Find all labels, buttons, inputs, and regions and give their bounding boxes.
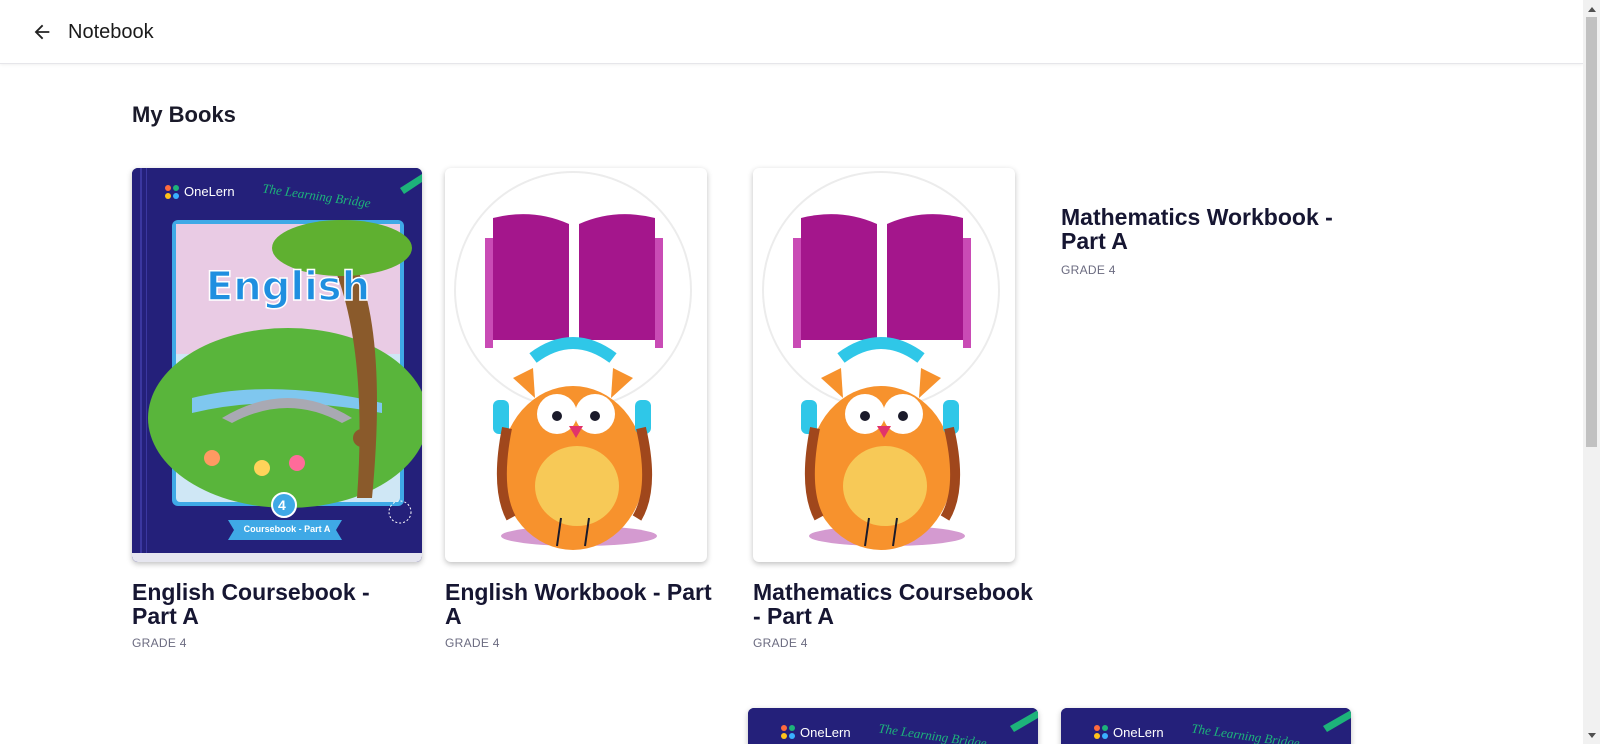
section-heading: My Books — [132, 102, 236, 127]
book-grade: GRADE 4 — [132, 636, 187, 650]
book-title[interactable]: Mathematics Coursebook - Part A — [753, 580, 1043, 628]
book-cover[interactable]: OneLern The Learning Bridge — [1061, 708, 1351, 744]
owl-reading-icon — [762, 171, 1000, 550]
book-cover[interactable] — [445, 168, 707, 562]
cover-brand: OneLern — [184, 184, 235, 199]
book-title[interactable]: English Coursebook - Part A — [132, 580, 412, 628]
book-grade: GRADE 4 — [1061, 263, 1116, 277]
book-grade: GRADE 4 — [753, 636, 808, 650]
top-bar: Notebook — [0, 0, 1583, 64]
cover-brand: OneLern — [1113, 725, 1164, 740]
book-title[interactable]: English Workbook - Part A — [445, 580, 730, 628]
scroll-down-arrow-icon[interactable] — [1583, 727, 1600, 744]
book-cover[interactable]: OneLern The Learning Bridge — [748, 708, 1038, 744]
book-cover[interactable]: English OneLern The Learning Bridge 4 Co… — [132, 168, 422, 562]
scrollbar-thumb[interactable] — [1586, 17, 1597, 447]
book-card[interactable]: Mathematics Workbook - Part A GRADE 4 — [1061, 205, 1361, 295]
scroll-up-arrow-icon[interactable] — [1583, 0, 1600, 17]
cover-label: Coursebook - Part A — [243, 524, 331, 534]
vertical-scrollbar[interactable] — [1583, 0, 1600, 744]
book-cover[interactable] — [753, 168, 1015, 562]
page-title: Notebook — [68, 21, 154, 43]
svg-text:English: English — [206, 264, 370, 310]
book-card[interactable]: English OneLern The Learning Bridge 4 Co… — [132, 168, 422, 650]
book-title[interactable]: Mathematics Workbook - Part A — [1061, 205, 1361, 253]
cover-grade-badge: 4 — [278, 497, 286, 513]
owl-reading-icon — [454, 171, 692, 550]
back-button[interactable] — [28, 18, 56, 46]
book-card[interactable]: English Workbook - Part A GRADE 4 — [445, 168, 735, 650]
book-grade: GRADE 4 — [445, 636, 500, 650]
cover-brand: OneLern — [800, 725, 851, 740]
arrow-left-icon — [34, 24, 50, 40]
book-card[interactable]: Mathematics Coursebook - Part A GRADE 4 — [753, 168, 1043, 650]
